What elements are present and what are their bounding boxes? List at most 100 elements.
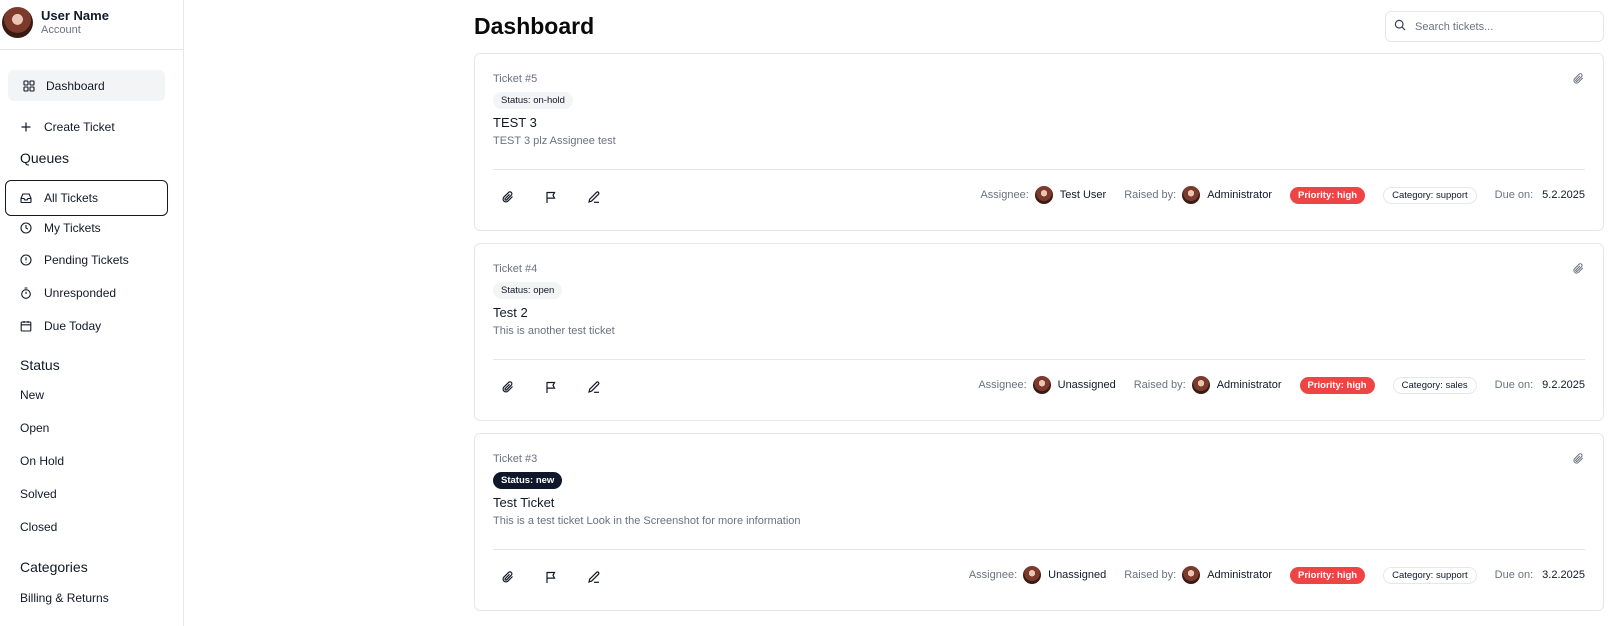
status-closed[interactable]: Closed — [20, 520, 57, 534]
ticket-description: TEST 3 plz Assignee test — [493, 135, 616, 147]
status-on-hold[interactable]: On Hold — [20, 454, 64, 468]
nav-create-ticket-label: Create Ticket — [44, 120, 115, 134]
raised-by-name: Administrator — [1207, 569, 1272, 581]
user-account-header[interactable]: User Name Account — [0, 0, 183, 50]
status-new[interactable]: New — [20, 388, 44, 402]
status-open[interactable]: Open — [20, 421, 49, 435]
assignee-name: Test User — [1059, 189, 1107, 201]
ticket-number: Ticket #4 — [493, 263, 538, 275]
flag-icon[interactable] — [544, 380, 558, 394]
status-badge: Status: open — [493, 282, 563, 299]
priority-badge: Priority: high — [1290, 186, 1366, 204]
status-heading: Status — [20, 357, 60, 373]
ticket-card[interactable]: Ticket #5 Status: on-hold TEST 3 TEST 3 … — [474, 53, 1604, 231]
due-date: 9.2.2025 — [1542, 379, 1585, 391]
priority-badge: Priority: high — [1299, 376, 1375, 394]
ticket-number: Ticket #3 — [493, 453, 538, 465]
assignee-label: Assignee: — [980, 189, 1029, 201]
queue-my-tickets[interactable]: My Tickets — [20, 219, 101, 237]
queues-heading: Queues — [20, 150, 70, 166]
queue-due-today[interactable]: Due Today — [20, 317, 101, 335]
ticket-card[interactable]: Ticket #4 Status: open Test 2 This is an… — [474, 243, 1604, 421]
category-badge: Category: support — [1383, 186, 1477, 204]
ticket-actions — [501, 380, 630, 394]
alert-circle-icon — [20, 254, 32, 266]
assignee-avatar — [1032, 376, 1051, 394]
raised-by-label: Raised by: — [1124, 569, 1177, 581]
calendar-icon — [20, 320, 32, 332]
ticket-card[interactable]: Ticket #3 Status: new Test Ticket This i… — [474, 433, 1604, 611]
assignee-name: Unassigned — [1048, 569, 1107, 581]
search-box[interactable] — [1385, 11, 1604, 42]
due-label: Due on: — [1494, 569, 1534, 581]
queue-unresponded[interactable]: Unresponded — [20, 284, 116, 302]
attachment-indicator-icon — [1572, 72, 1585, 85]
sidebar: User Name Account Dashboard Create Ticke… — [0, 0, 184, 626]
dashboard-grid-icon — [23, 79, 35, 92]
ticket-title: TEST 3 — [493, 115, 537, 130]
attachment-indicator-icon — [1572, 262, 1585, 275]
queue-due-today-label: Due Today — [44, 319, 102, 333]
category-badge: Category: sales — [1392, 376, 1477, 394]
edit-pen-icon[interactable] — [587, 570, 601, 584]
raised-by-name: Administrator — [1207, 189, 1272, 201]
user-account-label: Account — [41, 24, 81, 36]
category-badge: Category: support — [1383, 566, 1477, 584]
queue-all-tickets-label: All Tickets — [44, 191, 99, 205]
status-badge: Status: on-hold — [493, 92, 573, 109]
card-divider — [493, 549, 1585, 550]
status-badge: Status: new — [493, 472, 563, 489]
card-divider — [493, 359, 1585, 360]
ticket-number: Ticket #5 — [493, 73, 538, 85]
ticket-actions — [501, 190, 630, 204]
clock-icon — [20, 222, 32, 234]
ticket-description: This is a test ticket Look in the Screen… — [493, 515, 801, 527]
inbox-icon — [20, 192, 32, 204]
categories-heading: Categories — [20, 559, 88, 575]
ticket-meta: Assignee: Unassigned Raised by: Administ… — [969, 562, 1585, 588]
attach-file-icon[interactable] — [501, 190, 515, 204]
nav-create-ticket[interactable]: Create Ticket — [20, 118, 115, 136]
queue-all-tickets[interactable]: All Tickets — [5, 180, 168, 216]
attach-file-icon[interactable] — [501, 570, 515, 584]
due-date: 3.2.2025 — [1542, 569, 1585, 581]
assignee-avatar — [1023, 566, 1042, 584]
raised-by-label: Raised by: — [1133, 379, 1186, 391]
ticket-meta: Assignee: Test User Raised by: Administr… — [980, 182, 1585, 208]
due-label: Due on: — [1494, 189, 1534, 201]
assignee-avatar — [1034, 186, 1053, 204]
ticket-meta: Assignee: Unassigned Raised by: Administ… — [978, 372, 1585, 398]
nav-dashboard-label: Dashboard — [46, 78, 105, 93]
raised-by-label: Raised by: — [1124, 189, 1177, 201]
assignee-label: Assignee: — [978, 379, 1027, 391]
attachment-indicator-icon — [1572, 452, 1585, 465]
queue-unresponded-label: Unresponded — [44, 286, 117, 300]
priority-badge: Priority: high — [1290, 566, 1366, 584]
assignee-name: Unassigned — [1057, 379, 1116, 391]
nav-dashboard[interactable]: Dashboard — [8, 70, 165, 101]
ticket-title: Test Ticket — [493, 495, 555, 510]
queue-my-tickets-label: My Tickets — [44, 221, 101, 235]
queue-pending-tickets-label: Pending Tickets — [44, 253, 129, 267]
timer-icon — [20, 287, 32, 299]
due-date: 5.2.2025 — [1542, 189, 1585, 201]
edit-pen-icon[interactable] — [587, 380, 601, 394]
queue-pending-tickets[interactable]: Pending Tickets — [20, 251, 129, 269]
ticket-title: Test 2 — [493, 305, 528, 320]
edit-pen-icon[interactable] — [587, 190, 601, 204]
raised-by-name: Administrator — [1216, 379, 1282, 391]
assignee-label: Assignee: — [968, 569, 1018, 581]
ticket-description: This is another test ticket — [493, 325, 615, 337]
attach-file-icon[interactable] — [501, 380, 515, 394]
category-billing-returns[interactable]: Billing & Returns — [20, 591, 109, 605]
due-label: Due on: — [1494, 379, 1534, 391]
flag-icon[interactable] — [544, 190, 558, 204]
search-input[interactable] — [1415, 20, 1595, 33]
user-avatar — [2, 7, 33, 38]
status-solved[interactable]: Solved — [20, 487, 57, 501]
plus-icon — [20, 121, 32, 133]
raised-by-avatar — [1191, 376, 1210, 394]
ticket-actions — [501, 570, 630, 584]
page-title: Dashboard — [474, 13, 595, 39]
flag-icon[interactable] — [544, 570, 558, 584]
